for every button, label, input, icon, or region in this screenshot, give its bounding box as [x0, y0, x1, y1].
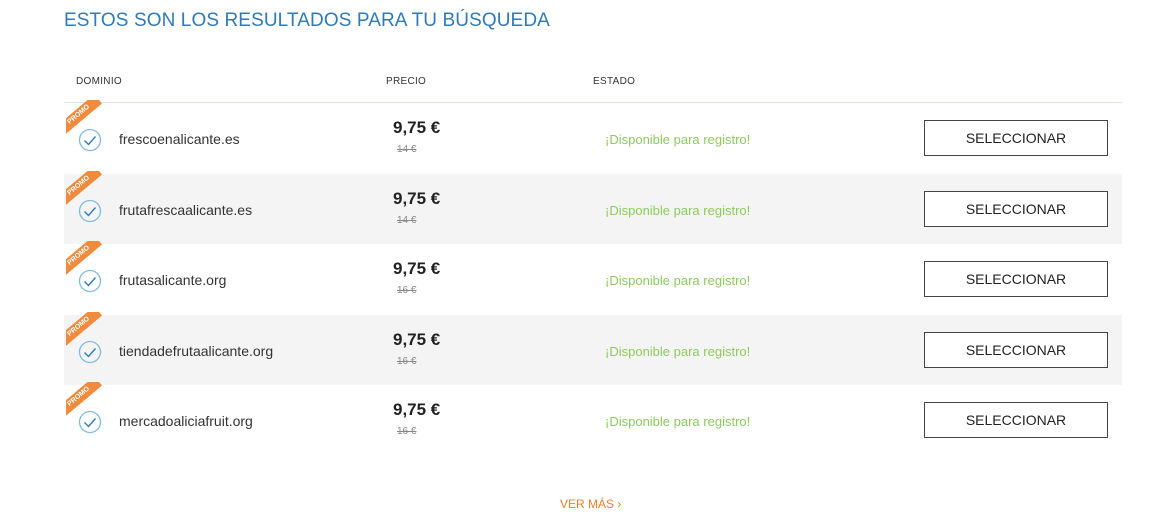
column-price: PRECIO: [386, 76, 427, 87]
price: 9,75 €: [393, 400, 441, 419]
results-title: ESTOS SON LOS RESULTADOS PARA TU BÚSQUED…: [64, 10, 550, 31]
result-row: PROMO mercadoaliciafruit.org 9,75 € 16 €…: [64, 382, 1122, 456]
check-circle-icon: [78, 269, 102, 293]
price: 9,75 €: [393, 329, 441, 349]
old-price: 14 €: [397, 144, 417, 155]
domain-name: frescoenalicante.es: [119, 131, 240, 147]
check-circle-icon: [78, 340, 102, 363]
price: 9,75 €: [393, 118, 441, 137]
column-status: ESTADO: [593, 76, 636, 87]
price: 9,75 €: [393, 188, 441, 208]
price: 9,75 €: [393, 259, 441, 278]
check-circle-icon: [78, 410, 102, 434]
result-row: PROMO frutafrescaalicante.es 9,75 € 14 €…: [64, 170, 1122, 244]
old-price: 16 €: [397, 426, 417, 437]
domain-name: tiendadefrutaalicante.org: [119, 342, 274, 359]
select-button[interactable]: SELECCIONAR: [924, 331, 1108, 368]
old-price: 16 €: [397, 355, 417, 367]
availability-status: ¡Disponible para registro!: [605, 343, 751, 359]
availability-status: ¡Disponible para registro!: [605, 273, 751, 288]
result-row: PROMO tiendadefrutaalicante.org 9,75 € 1…: [64, 311, 1122, 385]
check-circle-icon: [78, 199, 102, 222]
column-domain: DOMINIO: [76, 76, 122, 87]
result-row: PROMO frutasalicante.org 9,75 € 16 € ¡Di…: [64, 241, 1122, 315]
check-circle-icon: [78, 128, 102, 152]
domain-name: frutasalicante.org: [119, 272, 227, 288]
results-list: PROMO frescoenalicante.es 9,75 € 14 € ¡D…: [64, 100, 1122, 456]
availability-status: ¡Disponible para registro!: [605, 202, 751, 218]
availability-status: ¡Disponible para registro!: [605, 132, 751, 147]
result-row: PROMO frescoenalicante.es 9,75 € 14 € ¡D…: [64, 100, 1122, 174]
results-header: DOMINIO PRECIO ESTADO: [64, 74, 1122, 103]
old-price: 16 €: [397, 285, 417, 296]
select-button[interactable]: SELECCIONAR: [924, 261, 1108, 297]
old-price: 14 €: [397, 214, 417, 226]
select-button[interactable]: SELECCIONAR: [924, 120, 1108, 156]
select-button[interactable]: SELECCIONAR: [924, 402, 1108, 438]
see-more-link[interactable]: VER MÁS ›: [560, 497, 621, 511]
domain-name: mercadoaliciafruit.org: [119, 413, 253, 429]
select-button[interactable]: SELECCIONAR: [924, 190, 1108, 227]
availability-status: ¡Disponible para registro!: [605, 414, 751, 429]
domain-name: frutafrescaalicante.es: [119, 201, 253, 218]
